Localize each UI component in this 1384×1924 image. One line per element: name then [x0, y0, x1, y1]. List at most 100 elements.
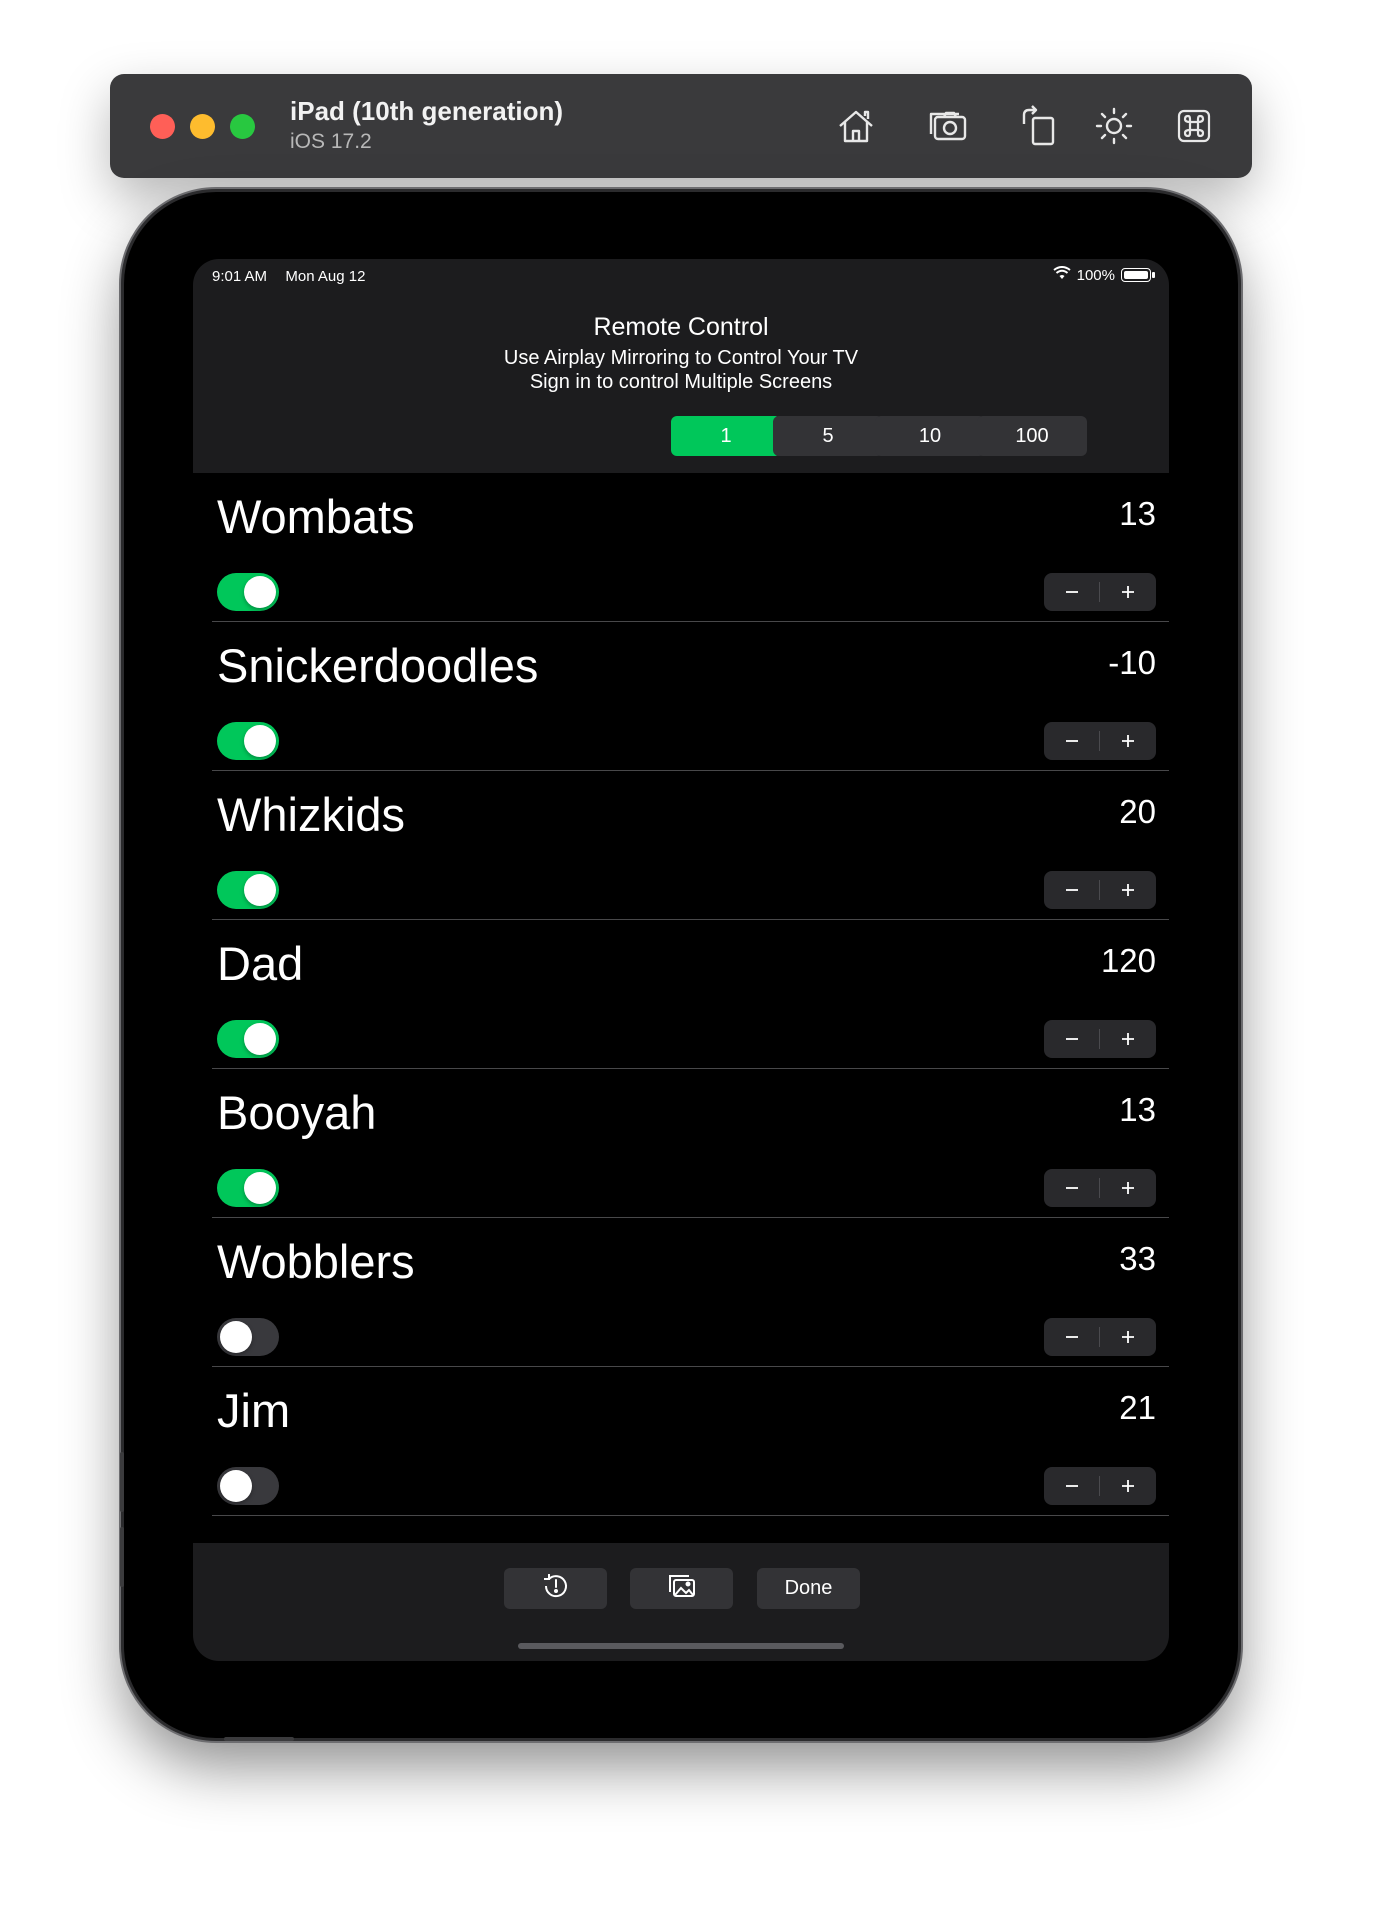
decrement-button[interactable] — [1044, 722, 1100, 760]
team-score: 33 — [1119, 1240, 1156, 1277]
team-name: Wobblers — [217, 1235, 415, 1288]
status-bar: 9:01 AM Mon Aug 12 100% — [193, 259, 1169, 295]
toggle-knob — [244, 874, 276, 906]
plus-icon — [1122, 1033, 1134, 1045]
increment-button[interactable] — [1100, 573, 1156, 611]
plus-icon — [1122, 1331, 1134, 1343]
sign-in-instructions: Sign in to control Multiple Screens — [529, 371, 833, 393]
increment-button[interactable] — [1100, 1020, 1156, 1058]
toggle-knob — [244, 1172, 276, 1204]
team-row: Dad 120 — [193, 920, 1169, 1069]
plus-icon — [1122, 884, 1134, 896]
score-stepper[interactable] — [1044, 871, 1156, 909]
status-date: Mon Aug 12 — [285, 268, 366, 285]
increment-button[interactable] — [1100, 1467, 1156, 1505]
team-score: -10 — [1108, 644, 1156, 681]
decrement-button[interactable] — [1044, 1020, 1100, 1058]
toggle-knob — [220, 1470, 252, 1502]
team-enabled-toggle[interactable] — [217, 722, 279, 760]
device-name: iPad (10th generation) — [290, 96, 564, 126]
home-indicator[interactable] — [518, 1643, 844, 1649]
simulator-title-bar: iPad (10th generation) iOS 17.2 — [110, 74, 1252, 178]
plus-icon — [1122, 735, 1134, 747]
team-name: Whizkids — [217, 788, 406, 841]
team-row: Wombats 13 — [193, 473, 1169, 622]
battery-percent: 100% — [1076, 266, 1115, 284]
toggle-knob — [244, 1023, 276, 1055]
status-time: 9:01 AM — [212, 268, 268, 285]
team-enabled-toggle[interactable] — [217, 1318, 279, 1356]
history-button[interactable] — [504, 1568, 607, 1609]
score-stepper[interactable] — [1044, 573, 1156, 611]
volume-down-button — [120, 1527, 124, 1587]
minus-icon — [1066, 740, 1078, 742]
team-score: 13 — [1119, 495, 1156, 532]
team-list[interactable]: Wombats 13 Snickerdoodles -10 Whizkids 20 Dad 1… — [193, 473, 1169, 1543]
app-screen: 9:01 AM Mon Aug 12 100% Remote Control U… — [193, 259, 1169, 1661]
team-row: Booyah 13 — [193, 1069, 1169, 1218]
team-enabled-toggle[interactable] — [217, 1467, 279, 1505]
increment-button[interactable] — [1100, 871, 1156, 909]
increment-option-5[interactable]: 5 — [773, 416, 883, 456]
team-enabled-toggle[interactable] — [217, 1169, 279, 1207]
score-stepper[interactable] — [1044, 1318, 1156, 1356]
decrement-button[interactable] — [1044, 1318, 1100, 1356]
photo-gallery-icon — [666, 1571, 698, 1607]
history-alert-icon — [541, 1571, 571, 1607]
team-row: Jim 21 — [193, 1367, 1169, 1516]
team-name: Wombats — [217, 490, 415, 543]
minimize-window-button[interactable] — [190, 114, 215, 139]
battery-icon — [1121, 268, 1155, 282]
score-stepper[interactable] — [1044, 1020, 1156, 1058]
increment-option-1[interactable]: 1 — [671, 416, 781, 456]
os-version: iOS 17.2 — [290, 130, 372, 153]
toggle-knob — [244, 725, 276, 757]
minus-icon — [1066, 1187, 1078, 1189]
screenshot-icon[interactable] — [925, 102, 973, 150]
decrement-button[interactable] — [1044, 871, 1100, 909]
score-stepper[interactable] — [1044, 1467, 1156, 1505]
team-row: Snickerdoodles -10 — [193, 622, 1169, 771]
plus-icon — [1122, 1182, 1134, 1194]
team-score: 120 — [1100, 942, 1156, 979]
team-name: Snickerdoodles — [217, 639, 539, 692]
decrement-button[interactable] — [1044, 1467, 1100, 1505]
team-enabled-toggle[interactable] — [217, 573, 279, 611]
minus-icon — [1066, 1485, 1078, 1487]
team-enabled-toggle[interactable] — [217, 1020, 279, 1058]
minus-icon — [1066, 1336, 1078, 1338]
increment-option-10[interactable]: 10 — [875, 416, 985, 456]
toggle-knob — [244, 576, 276, 608]
page-title: Remote Control — [593, 313, 769, 341]
close-window-button[interactable] — [150, 114, 175, 139]
increment-button[interactable] — [1100, 722, 1156, 760]
team-row: Zany25 — [193, 1516, 1169, 1543]
command-icon[interactable] — [1170, 102, 1218, 150]
minus-icon — [1066, 889, 1078, 891]
decrement-button[interactable] — [1044, 1169, 1100, 1207]
zoom-window-button[interactable] — [230, 114, 255, 139]
score-stepper[interactable] — [1044, 722, 1156, 760]
team-row: Wobblers 33 — [193, 1218, 1169, 1367]
team-score: 21 — [1119, 1389, 1156, 1426]
team-enabled-toggle[interactable] — [217, 871, 279, 909]
score-stepper[interactable] — [1044, 1169, 1156, 1207]
home-icon[interactable] — [832, 102, 880, 150]
team-row: Whizkids 20 — [193, 771, 1169, 920]
appearance-icon[interactable] — [1090, 102, 1138, 150]
done-button[interactable]: Done — [757, 1568, 860, 1609]
wifi-icon — [1053, 266, 1071, 284]
increment-button[interactable] — [1100, 1318, 1156, 1356]
increment-option-100[interactable]: 100 — [977, 416, 1087, 456]
minus-icon — [1066, 1038, 1078, 1040]
ipad-device-frame: 9:01 AM Mon Aug 12 100% Remote Control U… — [120, 192, 1238, 1741]
increment-button[interactable] — [1100, 1169, 1156, 1207]
bottom-toolbar: Done — [193, 1543, 1169, 1661]
team-score: 20 — [1119, 793, 1156, 830]
decrement-button[interactable] — [1044, 573, 1100, 611]
team-name: Dad — [217, 937, 304, 990]
toggle-knob — [220, 1321, 252, 1353]
volume-up-button — [120, 1452, 124, 1512]
gallery-button[interactable] — [630, 1568, 733, 1609]
rotate-icon[interactable] — [1014, 102, 1062, 150]
